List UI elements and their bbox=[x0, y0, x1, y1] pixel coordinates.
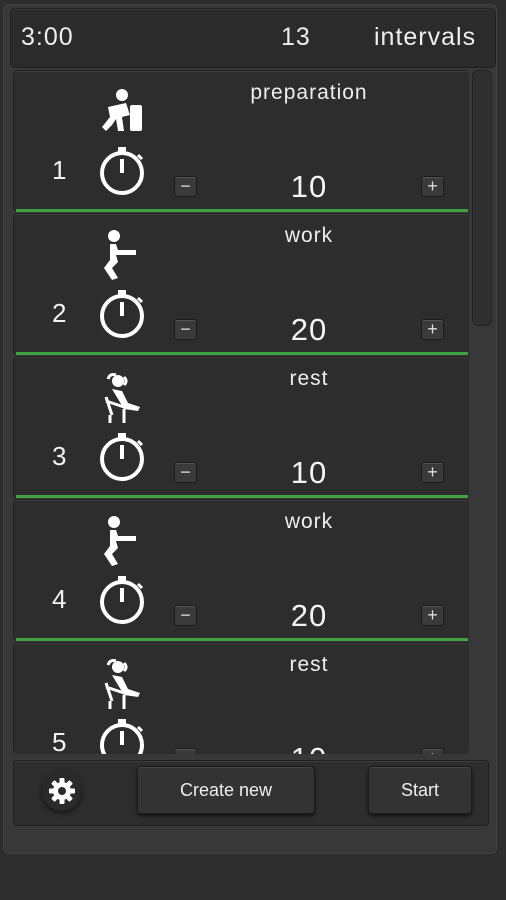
total-duration: 3:00 bbox=[21, 23, 74, 51]
interval-card[interactable]: 5 rest − 10 + bbox=[13, 642, 469, 754]
interval-card[interactable]: 1 preparation − 10 + bbox=[13, 70, 469, 212]
interval-divider bbox=[16, 352, 468, 355]
interval-number: 2 bbox=[52, 298, 67, 328]
interval-name: rest bbox=[289, 653, 329, 676]
work-squat-icon bbox=[104, 230, 136, 280]
interval-number: 1 bbox=[52, 155, 67, 185]
stopwatch-icon bbox=[100, 433, 144, 481]
interval-card[interactable]: 4 work − 20 + bbox=[13, 499, 469, 641]
interval-number: 4 bbox=[52, 584, 67, 614]
preparation-icon bbox=[102, 89, 142, 131]
decrease-button[interactable]: − bbox=[174, 319, 197, 340]
stopwatch-icon bbox=[100, 147, 144, 195]
interval-list[interactable]: 1 preparation − 10 + 2 work − 20 + 3 res… bbox=[13, 70, 469, 754]
stopwatch-icon bbox=[100, 576, 144, 624]
rest-chair-icon bbox=[104, 659, 140, 709]
summary-header: 3:00 13 intervals bbox=[10, 8, 496, 68]
interval-name: rest bbox=[289, 367, 329, 390]
gear-icon bbox=[49, 778, 75, 804]
interval-seconds[interactable]: 20 bbox=[254, 312, 364, 348]
interval-seconds[interactable]: 10 bbox=[254, 741, 364, 754]
interval-seconds[interactable]: 20 bbox=[254, 598, 364, 634]
decrease-button[interactable]: − bbox=[174, 176, 197, 197]
decrease-button[interactable]: − bbox=[174, 748, 197, 754]
start-button[interactable]: Start bbox=[368, 766, 472, 814]
interval-number: 3 bbox=[52, 441, 67, 471]
settings-button[interactable] bbox=[42, 771, 82, 811]
rest-chair-icon bbox=[104, 373, 140, 423]
create-new-button[interactable]: Create new bbox=[137, 766, 315, 814]
interval-divider bbox=[16, 495, 468, 498]
decrease-button[interactable]: − bbox=[174, 462, 197, 483]
interval-count-label: intervals bbox=[374, 23, 477, 51]
increase-button[interactable]: + bbox=[421, 605, 444, 626]
stopwatch-icon bbox=[100, 290, 144, 338]
increase-button[interactable]: + bbox=[421, 748, 444, 754]
interval-divider bbox=[16, 209, 468, 212]
increase-button[interactable]: + bbox=[421, 462, 444, 483]
decrease-button[interactable]: − bbox=[174, 605, 197, 626]
interval-name: work bbox=[284, 510, 334, 533]
list-scrollbar[interactable] bbox=[472, 70, 492, 326]
interval-divider bbox=[16, 638, 468, 641]
increase-button[interactable]: + bbox=[421, 319, 444, 340]
bottom-toolbar: Create new Start bbox=[13, 760, 489, 826]
interval-card[interactable]: 2 work − 20 + bbox=[13, 213, 469, 355]
work-squat-icon bbox=[104, 516, 136, 566]
interval-count: 13 bbox=[281, 23, 311, 51]
interval-number: 5 bbox=[52, 727, 67, 754]
interval-name: preparation bbox=[250, 81, 368, 104]
interval-seconds[interactable]: 10 bbox=[254, 455, 364, 491]
interval-name: work bbox=[284, 224, 334, 247]
interval-card[interactable]: 3 rest − 10 + bbox=[13, 356, 469, 498]
stopwatch-icon bbox=[100, 719, 144, 754]
interval-seconds[interactable]: 10 bbox=[254, 169, 364, 205]
increase-button[interactable]: + bbox=[421, 176, 444, 197]
